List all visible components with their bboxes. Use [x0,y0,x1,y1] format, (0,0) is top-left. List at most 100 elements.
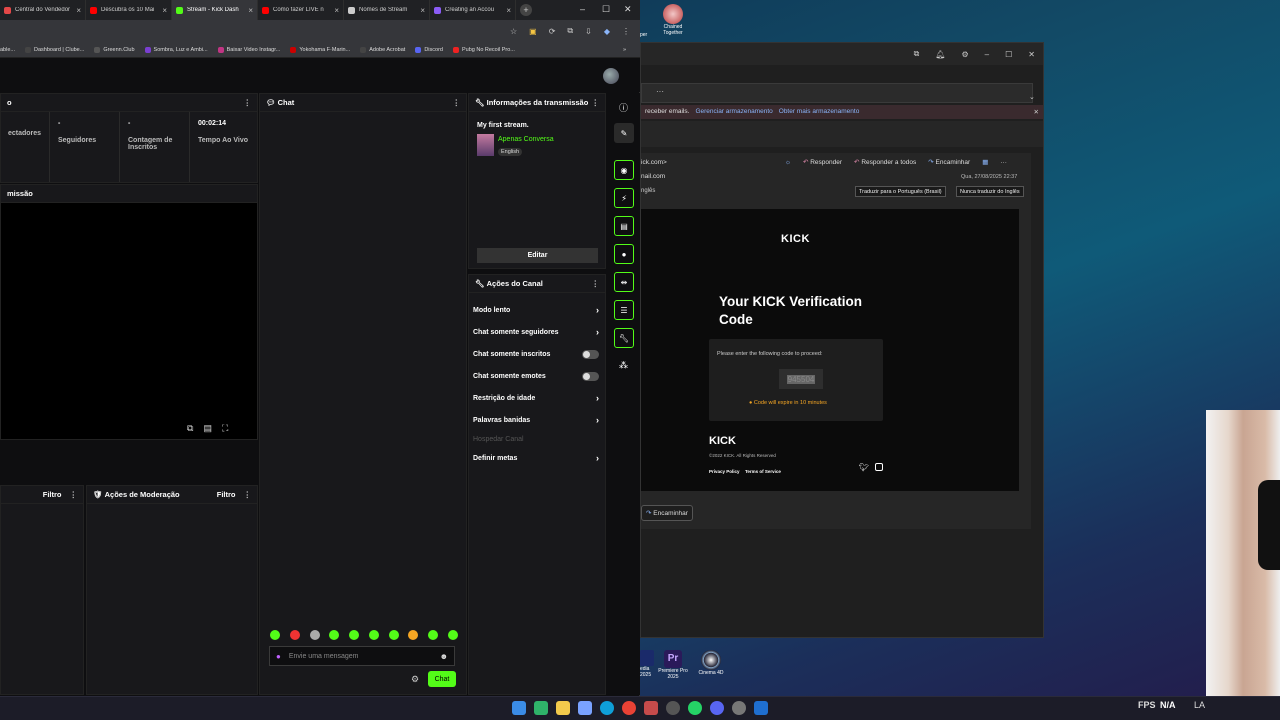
sidebar-item-flash[interactable]: ⚡︎ [614,188,634,208]
edge-icon[interactable] [600,701,614,715]
emoji-icon[interactable]: ☻ [440,652,448,661]
mic-icon[interactable]: ● [276,652,281,661]
reply-all-button[interactable]: ↶ Responder a todos [854,158,916,166]
desktop-icon-partial[interactable]: per [640,6,654,38]
close-tab-icon[interactable]: × [162,6,167,15]
puzzle-icon[interactable]: ⧉ [567,26,573,36]
grid-icon[interactable]: ▦ [982,158,988,166]
desktop-app-premiere[interactable]: Pr Premiere Pro 2025 [656,650,690,680]
app-icon[interactable] [644,701,658,715]
filter-button[interactable]: Filtro [217,490,236,499]
bookmark-item[interactable]: able... [0,47,15,53]
outlook-icon[interactable] [754,701,768,715]
more-icon[interactable]: ⋮ [592,98,600,107]
get-storage-link[interactable]: Obter mais armazenamento [779,108,860,116]
bookmark-item[interactable]: Baixar Video Instagr... [217,46,280,53]
chrome-icon[interactable] [622,701,636,715]
privacy-link[interactable]: Privacy Policy [709,469,740,474]
more-icon[interactable]: ··· [1000,159,1007,166]
star-icon[interactable]: ☆ [510,27,517,36]
more-icon[interactable]: ⋮ [592,279,600,288]
gear-icon[interactable]: ⚙ [962,50,969,59]
category-name[interactable]: Apenas Conversa [498,136,554,143]
tab-5[interactable]: Creating an Accou × [430,0,516,20]
manage-storage-link[interactable]: Gerenciar armazenamento [695,108,772,116]
edit-pencil-icon[interactable]: ✎ [614,123,634,143]
filter-button[interactable]: Filtro [43,490,62,499]
channel-action-7[interactable]: Definir metas › [473,452,599,464]
toggle-switch[interactable] [582,349,599,359]
chat-input[interactable]: ● Envie uma mensagem ☻ [269,646,455,666]
emote-icon[interactable] [447,630,458,640]
extension-icon[interactable]: ⟳ [549,27,556,36]
bookmark-item[interactable]: Pubg No Recoil Pro... [452,46,515,53]
close-tab-icon[interactable]: × [334,6,339,15]
more-icon[interactable]: ⋮ [453,98,461,107]
close-icon[interactable]: ✕ [1034,108,1039,116]
menu-icon[interactable]: ⋮ [622,27,630,36]
emote-icon[interactable] [368,630,379,640]
sidebar-item-tools[interactable]: 🔧︎ [614,328,634,348]
info-icon[interactable]: ⓘ [619,101,628,114]
never-translate-button[interactable]: Nunca traduzir do Inglês [956,186,1024,197]
close-tab-icon[interactable]: × [420,6,425,15]
more-bookmarks-icon[interactable]: » [623,47,640,53]
file-explorer-icon[interactable] [556,701,570,715]
popout-icon[interactable]: ⧉ [187,423,193,434]
sidebar-item-notes[interactable]: ▤ [614,216,634,236]
chat-settings-gear-icon[interactable]: ⚙ [411,674,419,685]
desktop-app-cinema4d[interactable]: Cinema 4D [694,650,728,676]
emote-icon[interactable] [289,630,300,640]
instagram-icon[interactable] [875,463,883,471]
emote-icon[interactable] [349,630,360,640]
emote-icon[interactable] [408,630,419,640]
profile-icon[interactable]: ◆ [604,27,610,36]
maximize-button[interactable]: ☐ [602,4,610,15]
close-tab-icon[interactable]: × [76,6,81,15]
edit-button[interactable]: Editar [477,248,598,263]
close-tab-icon[interactable]: × [506,6,511,15]
emote-icon[interactable] [388,630,399,640]
sun-icon[interactable]: ☼ [785,159,791,166]
twitter-icon[interactable]: 🐦︎ [859,463,869,472]
more-icon[interactable]: ⋮ [244,98,252,107]
extension-icon[interactable]: ▣ [529,27,537,36]
bookmark-item[interactable]: Discord [415,46,443,53]
bookmark-item[interactable]: Adobe Acrobat [360,46,405,53]
sidebar-item-layout[interactable]: ☰ [614,300,634,320]
download-icon[interactable]: ⇩ [585,27,592,36]
more-icon[interactable]: ··· [656,87,664,96]
fullscreen-icon[interactable]: ⛶ [222,423,228,434]
theater-icon[interactable]: ▤ [203,423,212,434]
forward-button[interactable]: ↷ Encaminhar [928,158,970,166]
terms-link[interactable]: Terms of Service [745,469,781,474]
chevron-down-icon[interactable]: ⌄ [1029,93,1035,101]
settings-icon[interactable] [732,701,746,715]
channel-action-3[interactable]: Chat somente emotes [473,370,599,382]
desktop-app-media-encoder[interactable]: edia 2025 [640,650,656,678]
minimize-button[interactable]: – [580,4,585,14]
discord-icon[interactable] [710,701,724,715]
channel-action-5[interactable]: Palavras banidas › [473,414,599,426]
bell-icon[interactable]: 🔔︎ [935,50,945,59]
windows-start-icon[interactable] [512,701,526,715]
chat-send-button[interactable]: Chat [428,671,456,687]
minimize-button[interactable]: – [985,50,989,59]
new-tab-button[interactable]: + [520,4,532,16]
maximize-button[interactable]: ☐ [1005,50,1012,59]
emote-icon[interactable] [270,630,280,640]
emote-icon[interactable] [428,630,439,640]
sidebar-item-split[interactable]: ⇹ [614,272,634,292]
tab-1[interactable]: Descubra os 10 Mai × [86,0,172,20]
whatsapp-icon[interactable] [688,701,702,715]
popout-icon[interactable]: ⧉ [914,49,920,59]
forward-footer-button[interactable]: ↷ Encaminhar [641,505,693,521]
close-tab-icon[interactable]: × [248,6,253,15]
bookmark-item[interactable]: Sombra, Luz e Ambi... [144,46,208,53]
sidebar-item-camera[interactable]: ◉ [614,160,634,180]
obs-icon[interactable] [666,701,680,715]
photos-icon[interactable] [578,701,592,715]
channel-action-1[interactable]: Chat somente seguidores › [473,326,599,338]
channel-action-0[interactable]: Modo lento › [473,304,599,316]
more-icon[interactable]: ⋮ [70,490,78,499]
